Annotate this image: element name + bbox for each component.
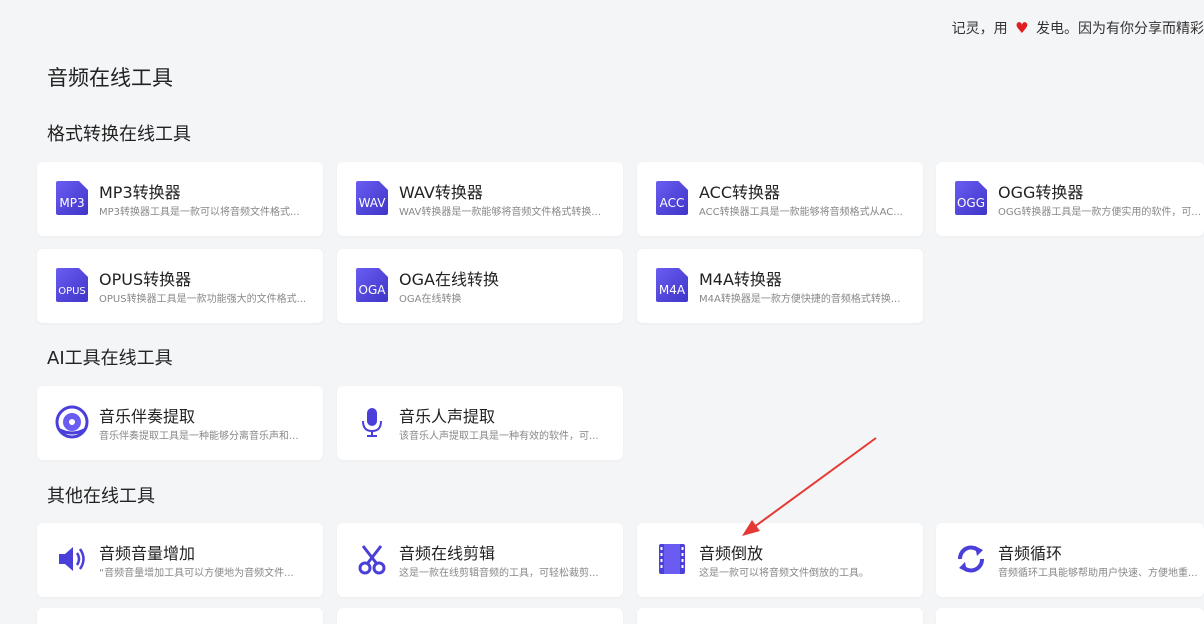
- tool-desc: 这是一款在线剪辑音频的工具，可轻松裁剪...: [399, 568, 599, 579]
- tool-name: 音频在线剪辑: [399, 544, 496, 563]
- mp3-file-icon: MP3: [55, 181, 89, 215]
- tool-card-ogg[interactable]: OGG OGG转换器 OGG转换器工具是一款方便实用的软件，可...: [936, 162, 1204, 236]
- tool-desc: 音乐伴奏提取工具是一种能够分离音乐声和...: [99, 431, 299, 442]
- tool-card-trim[interactable]: 音频在线剪辑 这是一款在线剪辑音频的工具，可轻松裁剪...: [337, 523, 623, 597]
- tool-name: ACC转换器: [699, 183, 781, 202]
- scissors-icon: [355, 542, 389, 576]
- film-reverse-icon: [655, 542, 689, 576]
- tool-desc: 这是一款可以将音频文件倒放的工具。: [699, 568, 869, 579]
- opus-file-icon: OPUS: [55, 268, 89, 302]
- tool-name: 音频循环: [998, 544, 1063, 563]
- tool-name: M4A转换器: [699, 270, 782, 289]
- heart-icon: ♥: [1015, 19, 1029, 37]
- tool-name: 音乐伴奏提取: [99, 407, 196, 426]
- tool-desc: WAV转换器是一款能够将音频文件格式转换...: [399, 207, 601, 218]
- tool-desc: M4A转换器是一款方便快捷的音频格式转换...: [699, 294, 901, 305]
- tool-card-wav[interactable]: WAV WAV转换器 WAV转换器是一款能够将音频文件格式转换...: [337, 162, 623, 236]
- tool-card-partial[interactable]: [337, 608, 623, 624]
- tool-name: 音频音量增加: [99, 544, 196, 563]
- tool-card-m4a[interactable]: M4A M4A转换器 M4A转换器是一款方便快捷的音频格式转换...: [637, 249, 923, 323]
- tool-name: 音乐人声提取: [399, 407, 496, 426]
- tool-desc: OGA在线转换: [399, 294, 462, 305]
- tool-card-loop[interactable]: 音频循环 音频循环工具能够帮助用户快速、方便地重...: [936, 523, 1204, 597]
- tool-desc: OGG转换器工具是一款方便实用的软件，可...: [998, 207, 1201, 218]
- tool-desc: “音频音量增加工具可以方便地为音频文件...: [99, 568, 294, 579]
- tool-card-accompaniment[interactable]: 音乐伴奏提取 音乐伴奏提取工具是一种能够分离音乐声和...: [37, 386, 323, 460]
- tool-name: MP3转换器: [99, 183, 181, 202]
- tool-desc: 音频循环工具能够帮助用户快速、方便地重...: [998, 568, 1198, 579]
- m4a-file-icon: M4A: [655, 268, 689, 302]
- tool-card-reverse[interactable]: 音频倒放 这是一款可以将音频文件倒放的工具。: [637, 523, 923, 597]
- tool-card-partial[interactable]: [37, 608, 323, 624]
- tool-name: WAV转换器: [399, 183, 483, 202]
- accompaniment-icon: [55, 405, 89, 439]
- tool-card-vocal[interactable]: 音乐人声提取 该音乐人声提取工具是一种有效的软件，可...: [337, 386, 623, 460]
- top-banner: 记灵，用 ♥ 发电。因为有你分享而精彩: [952, 18, 1204, 38]
- loop-icon: [954, 542, 988, 576]
- tool-card-partial[interactable]: [637, 608, 923, 624]
- tool-desc: MP3转换器工具是一款可以将音频文件格式...: [99, 207, 300, 218]
- page-title: 音频在线工具: [47, 66, 173, 90]
- tool-card-opus[interactable]: OPUS OPUS转换器 OPUS转换器工具是一款功能强大的文件格式...: [37, 249, 323, 323]
- section-title-format: 格式转换在线工具: [47, 124, 191, 145]
- ogg-file-icon: OGG: [954, 181, 988, 215]
- section-title-ai: AI工具在线工具: [47, 348, 173, 369]
- banner-text-end: 发电。因为有你分享而精彩: [1036, 21, 1204, 37]
- tool-card-partial[interactable]: [936, 608, 1204, 624]
- tool-desc: ACC转换器工具是一款能够将音频格式从AC...: [699, 207, 903, 218]
- section-title-other: 其他在线工具: [47, 486, 155, 507]
- microphone-icon: [355, 405, 389, 439]
- tool-name: OGG转换器: [998, 183, 1084, 202]
- tool-name: OGA在线转换: [399, 270, 499, 289]
- tool-card-oga[interactable]: OGA OGA在线转换 OGA在线转换: [337, 249, 623, 323]
- tool-name: OPUS转换器: [99, 270, 192, 289]
- tool-desc: 该音乐人声提取工具是一种有效的软件，可...: [399, 431, 599, 442]
- tool-card-volume[interactable]: 音频音量增加 “音频音量增加工具可以方便地为音频文件...: [37, 523, 323, 597]
- volume-icon: [55, 542, 89, 576]
- oga-file-icon: OGA: [355, 268, 389, 302]
- tool-desc: OPUS转换器工具是一款功能强大的文件格式...: [99, 294, 307, 305]
- banner-text-start: 记灵，用: [951, 21, 1008, 37]
- tool-name: 音频倒放: [699, 544, 764, 563]
- tool-card-acc[interactable]: ACC ACC转换器 ACC转换器工具是一款能够将音频格式从AC...: [637, 162, 923, 236]
- wav-file-icon: WAV: [355, 181, 389, 215]
- tool-card-mp3[interactable]: MP3 MP3转换器 MP3转换器工具是一款可以将音频文件格式...: [37, 162, 323, 236]
- acc-file-icon: ACC: [655, 181, 689, 215]
